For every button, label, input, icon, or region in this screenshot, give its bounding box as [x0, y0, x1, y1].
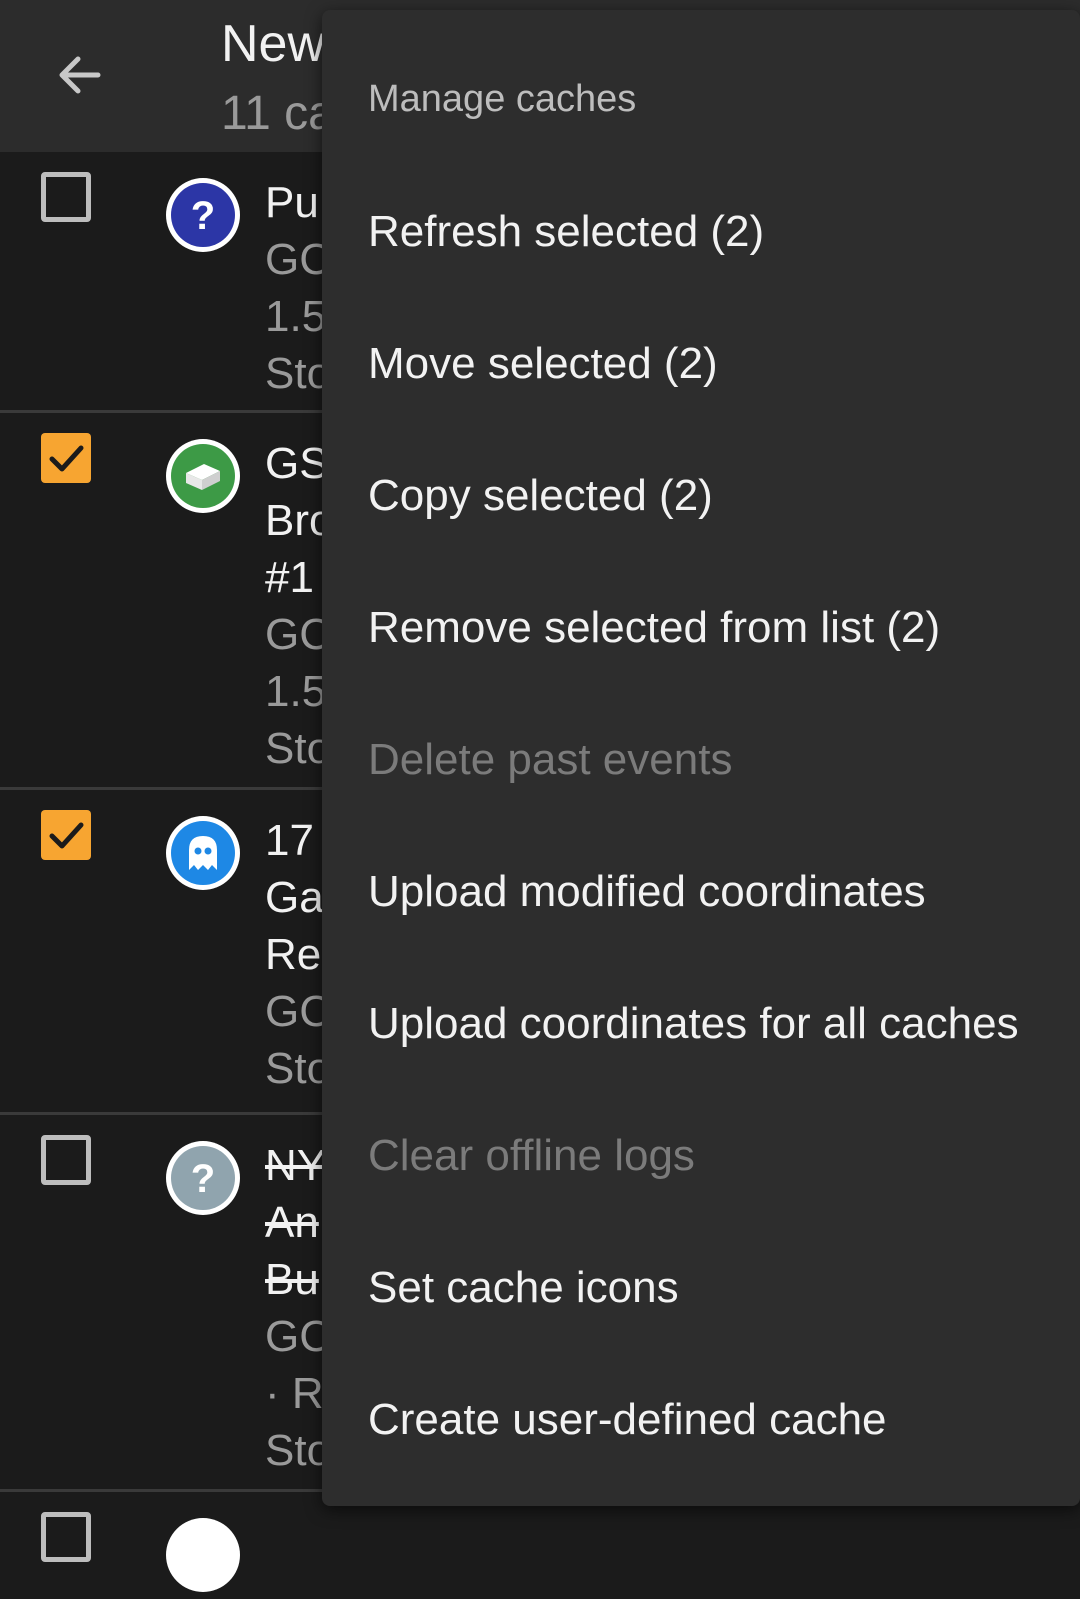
menu-item-label: Move selected (2): [368, 339, 718, 388]
menu-item-label: Upload coordinates for all caches: [368, 999, 1019, 1048]
svg-text:?: ?: [191, 1157, 215, 1201]
cache-type-icon: [164, 1516, 242, 1594]
menu-item-refresh-selected[interactable]: Refresh selected (2): [322, 166, 1080, 298]
menu-item-remove-selected[interactable]: Remove selected from list (2): [322, 562, 1080, 694]
select-checkbox[interactable]: [41, 1135, 91, 1185]
traditional-cache-icon: [164, 437, 242, 515]
menu-item-label: Upload modified coordinates: [368, 867, 926, 916]
menu-item-upload-modified-coordinates[interactable]: Upload modified coordinates: [322, 826, 1080, 958]
page-title: New: [221, 15, 326, 73]
menu-item-upload-all-coordinates[interactable]: Upload coordinates for all caches: [322, 958, 1080, 1090]
menu-item-label: Create user-defined cache: [368, 1395, 887, 1444]
select-checkbox-checked[interactable]: [41, 810, 91, 860]
arrow-back-icon: [59, 56, 101, 94]
menu-item-label: Clear offline logs: [368, 1131, 695, 1180]
menu-item-clear-offline-logs: Clear offline logs: [322, 1090, 1080, 1222]
back-button[interactable]: [42, 38, 114, 110]
menu-item-copy-selected[interactable]: Copy selected (2): [322, 430, 1080, 562]
mystery-cache-icon: ?: [164, 176, 242, 254]
menu-item-label: Refresh selected (2): [368, 207, 765, 256]
menu-item-label: Delete past events: [368, 735, 733, 784]
menu-item-set-cache-icons[interactable]: Set cache icons: [322, 1222, 1080, 1354]
menu-item-label: Copy selected (2): [368, 471, 713, 520]
checkmark-icon: [49, 822, 84, 849]
select-checkbox[interactable]: [41, 1512, 91, 1562]
mystery-cache-disabled-icon: ?: [164, 1139, 242, 1217]
select-checkbox-checked[interactable]: [41, 433, 91, 483]
menu-item-label: Set cache icons: [368, 1263, 679, 1312]
menu-item-create-user-defined-cache[interactable]: Create user-defined cache: [322, 1354, 1080, 1486]
checkmark-icon: [49, 445, 84, 472]
menu-item-label: Remove selected from list (2): [368, 603, 941, 652]
cache-count-subtitle: 11 ca: [221, 87, 335, 140]
menu-header: Manage caches: [368, 78, 637, 120]
menu-item-delete-past-events: Delete past events: [322, 694, 1080, 826]
select-checkbox[interactable]: [41, 172, 91, 222]
svg-text:?: ?: [191, 194, 215, 238]
menu-item-move-selected[interactable]: Move selected (2): [322, 298, 1080, 430]
virtual-cache-icon: [164, 814, 242, 892]
manage-caches-menu: Manage caches Refresh selected (2) Move …: [322, 10, 1080, 1506]
